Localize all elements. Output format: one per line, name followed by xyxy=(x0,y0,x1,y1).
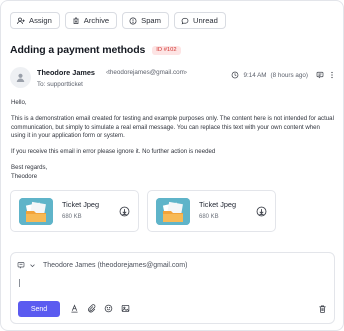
attachment-card[interactable]: Ticket Jpeg 680 KB xyxy=(147,190,276,232)
folder-image-icon xyxy=(19,198,53,225)
download-icon[interactable] xyxy=(119,206,130,217)
recipient-line: To: supportticket xyxy=(37,81,83,88)
avatar[interactable] xyxy=(10,67,31,88)
message-header: Theodore James ‹theodorejames@gmail.com›… xyxy=(10,67,336,91)
unread-icon xyxy=(181,17,189,24)
message-body: Hello, This is a demonstration email cre… xyxy=(11,99,336,181)
action-toolbar: Assign Archive Spam Unread xyxy=(10,12,226,29)
attachment-thumbnail xyxy=(156,198,190,225)
download-icon[interactable] xyxy=(256,206,267,217)
reply-recipient: Theodore James (theodorejames@gmail.com) xyxy=(43,261,188,269)
mail-icon xyxy=(17,262,25,269)
archive-icon xyxy=(73,17,79,24)
message-meta: 9:14 AM (8 hours ago) xyxy=(231,71,336,79)
user-icon xyxy=(16,73,25,82)
folder-image-icon xyxy=(156,198,190,225)
unread-label: Unread xyxy=(192,16,218,25)
greeting: Hello, xyxy=(11,99,27,106)
composer-tools xyxy=(70,304,130,313)
attachment-thumbnail xyxy=(19,198,53,225)
clock-icon xyxy=(232,71,239,79)
message-ago: (8 hours ago) xyxy=(270,71,308,79)
spam-icon xyxy=(129,17,137,24)
page-title: Adding a payment methods xyxy=(10,44,146,56)
assign-button[interactable]: Assign xyxy=(10,12,60,29)
body-paragraph: This is a demonstration email created fo… xyxy=(11,115,334,139)
sender-name: Theodore James xyxy=(37,68,95,77)
body-paragraph: If you receive this email in error pleas… xyxy=(11,148,216,156)
chevron-down-icon[interactable] xyxy=(29,262,36,269)
unread-button[interactable]: Unread xyxy=(173,12,226,29)
archive-button[interactable]: Archive xyxy=(64,12,118,29)
message-time: 9:14 AM xyxy=(243,71,267,79)
assign-icon xyxy=(17,17,25,24)
attach-icon[interactable] xyxy=(87,304,96,313)
assign-label: Assign xyxy=(29,16,52,25)
reply-composer: Theodore James (theodorejames@gmail.com)… xyxy=(10,252,335,324)
signature: Theodore xyxy=(11,172,38,180)
signoff: Best regards, xyxy=(11,164,48,172)
reply-icon[interactable] xyxy=(316,71,324,79)
ticket-title-row: Adding a payment methods ID #102 xyxy=(10,44,181,56)
attachment-name: Ticket Jpeg xyxy=(62,200,100,209)
spam-label: Spam xyxy=(141,16,161,25)
attachments-list: Ticket Jpeg 680 KB Ticket Jpeg 680 KB xyxy=(10,190,276,232)
attachment-size: 680 KB xyxy=(62,214,82,220)
ticket-id-badge: ID #102 xyxy=(152,45,181,55)
trash-icon[interactable] xyxy=(318,304,327,314)
attachment-name: Ticket Jpeg xyxy=(199,200,237,209)
reply-text-input[interactable] xyxy=(19,279,20,287)
reply-recipient-selector[interactable]: Theodore James (theodorejames@gmail.com) xyxy=(17,261,187,269)
spam-button[interactable]: Spam xyxy=(122,12,169,29)
emoji-icon[interactable] xyxy=(104,304,113,313)
sender-email[interactable]: ‹theodorejames@gmail.com› xyxy=(106,69,187,76)
ticket-detail-panel: Assign Archive Spam Unread Adding a paym… xyxy=(0,0,344,331)
attachment-card[interactable]: Ticket Jpeg 680 KB xyxy=(10,190,139,232)
text-format-icon[interactable] xyxy=(70,304,79,313)
more-icon[interactable] xyxy=(328,71,336,79)
attachment-size: 680 KB xyxy=(199,214,219,220)
archive-label: Archive xyxy=(83,16,110,25)
send-button[interactable]: Send xyxy=(18,301,60,317)
image-icon[interactable] xyxy=(121,304,130,313)
